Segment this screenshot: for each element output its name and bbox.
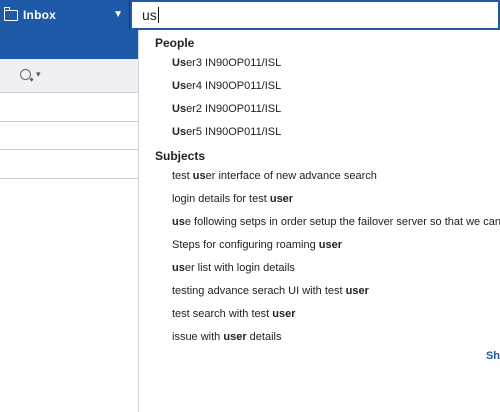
section-header-subjects: Subjects (155, 149, 206, 163)
item-text: er3 IN90OP011/ISL (186, 57, 282, 69)
item-text: testing advance serach UI with test (172, 285, 346, 297)
divider (0, 178, 138, 179)
folder-scope-dropdown[interactable]: Inbox ▼ (0, 0, 130, 30)
item-text: Steps for configuring roaming (172, 239, 319, 251)
match-text: us (172, 262, 185, 274)
match-text: user (269, 193, 294, 205)
chevron-down-icon[interactable]: ▾ (36, 69, 41, 80)
item-text: er4 IN90OP011/ISL (186, 80, 282, 92)
match-text: user (223, 331, 247, 343)
outlook-window: ▾ Inbox ▼ us People User3 IN90OP011/ISL … (0, 0, 500, 412)
subject-suggestion[interactable]: testing advance serach UI with test user (172, 285, 369, 297)
section-header-people: People (155, 36, 195, 50)
item-text: test search with test (172, 308, 273, 320)
item-text: details (246, 331, 282, 343)
nav-header-band (0, 30, 138, 59)
item-text: login details for test (172, 193, 270, 205)
search-input[interactable]: us (130, 0, 500, 30)
item-text: er interface of new advance search (205, 170, 377, 182)
match-text: Us (172, 126, 187, 138)
people-suggestion[interactable]: User3 IN90OP011/ISL (172, 57, 281, 69)
subject-suggestion[interactable]: user list with login details (172, 262, 295, 274)
match-text: us (172, 216, 185, 228)
subject-suggestion[interactable]: test search with test user (172, 308, 296, 320)
people-suggestion[interactable]: User2 IN90OP011/ISL (172, 103, 281, 115)
show-more-link[interactable]: Sh (486, 350, 500, 362)
divider (0, 121, 138, 122)
folder-scope-label: Inbox (23, 8, 56, 22)
subject-suggestion[interactable]: login details for test user (172, 193, 293, 205)
search-suggestions-panel: People User3 IN90OP011/ISL User4 IN90OP0… (139, 30, 500, 412)
match-text: us (192, 170, 206, 182)
chevron-down-icon: ▼ (113, 9, 123, 20)
match-text: user (345, 285, 369, 297)
match-text: Us (172, 57, 187, 69)
subject-suggestion[interactable]: Steps for configuring roaming user (172, 239, 342, 251)
item-text: er5 IN90OP011/ISL (186, 126, 282, 138)
subject-suggestion[interactable]: test user interface of new advance searc… (172, 170, 377, 182)
item-text: issue with (172, 331, 224, 343)
item-text: e following setps in order setup the fai… (184, 216, 500, 228)
match-text: user (318, 239, 342, 251)
people-suggestion[interactable]: User4 IN90OP011/ISL (172, 80, 281, 92)
match-text: user (272, 308, 296, 320)
match-text: Us (172, 103, 187, 115)
subject-suggestion[interactable]: issue with user details (172, 331, 281, 343)
folder-icon (4, 6, 18, 21)
subject-suggestion[interactable]: use following setps in order setup the f… (172, 216, 500, 228)
text-cursor (157, 7, 159, 23)
navigation-pane: ▾ (0, 0, 138, 412)
item-text: er list with login details (184, 262, 295, 274)
match-text: Us (172, 80, 187, 92)
divider (0, 149, 138, 150)
people-suggestion[interactable]: User5 IN90OP011/ISL (172, 126, 281, 138)
item-text: er2 IN90OP011/ISL (186, 103, 282, 115)
search-icon[interactable] (20, 69, 31, 80)
item-text: test (172, 170, 193, 182)
search-query-text: us (142, 7, 157, 23)
